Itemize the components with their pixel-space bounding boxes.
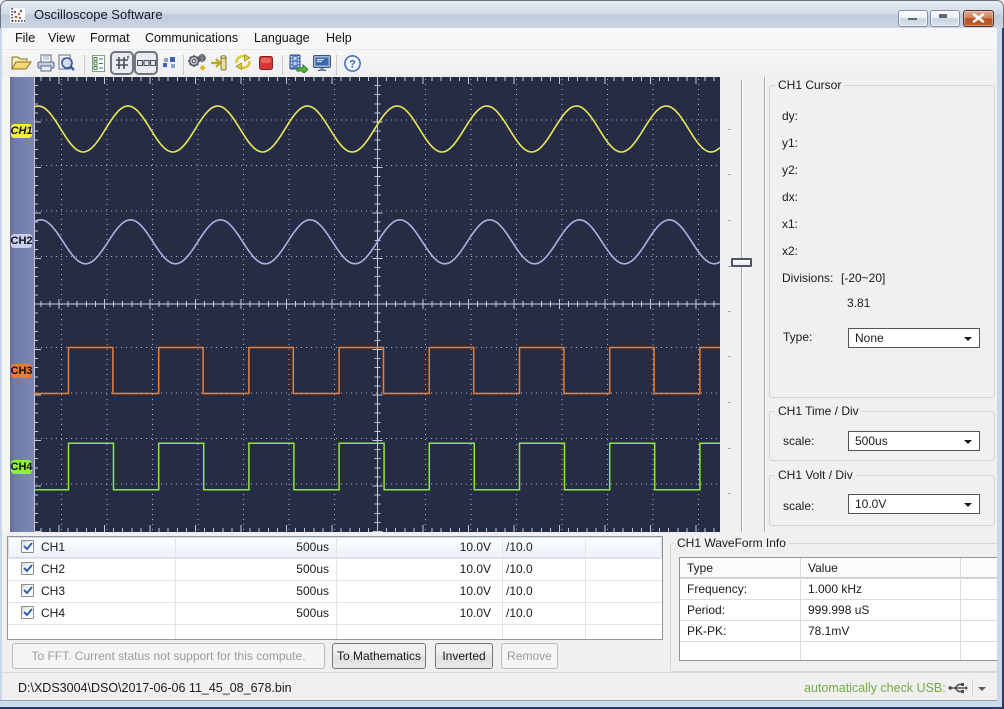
svg-text:?: ? (349, 59, 356, 71)
